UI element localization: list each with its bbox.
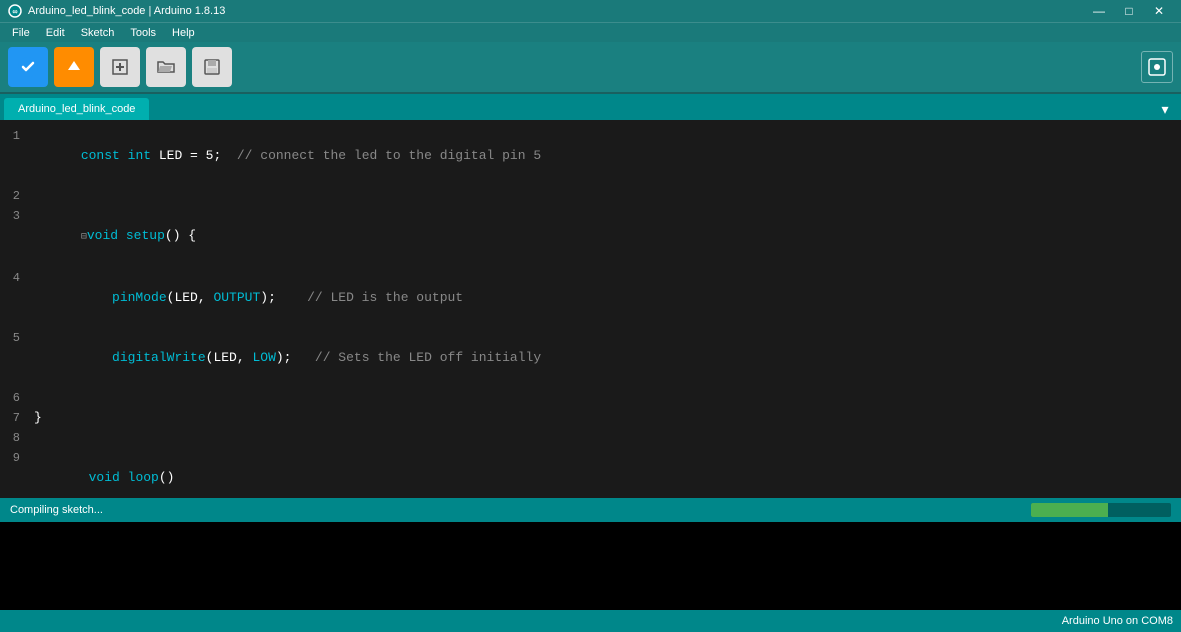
open-icon [156,58,176,76]
status-text: Compiling sketch... [10,504,103,516]
verify-icon [17,56,39,78]
new-icon [111,58,129,76]
title-bar: ∞ Arduino_led_blink_code | Arduino 1.8.1… [0,0,1181,22]
close-button[interactable]: ✕ [1145,3,1173,19]
progress-bar [1031,503,1171,517]
code-line-2: 2 [0,186,1181,206]
status-bar: Compiling sketch... [0,498,1181,522]
menu-bar: File Edit Sketch Tools Help [0,22,1181,42]
serial-icon [1147,57,1167,77]
menu-file[interactable]: File [4,25,38,41]
upload-button[interactable] [54,47,94,87]
code-line-3: 3 ⊟void setup() { [0,206,1181,268]
serial-monitor-button[interactable] [1141,51,1173,83]
minimize-button[interactable]: — [1085,3,1113,19]
arduino-icon: ∞ [8,4,22,18]
code-line-8: 8 [0,428,1181,448]
title-text: Arduino_led_blink_code | Arduino 1.8.13 [28,5,225,17]
console-area [0,522,1181,610]
tab-bar: Arduino_led_blink_code ▾ [0,94,1181,120]
svg-text:∞: ∞ [13,8,18,17]
menu-sketch[interactable]: Sketch [73,25,123,41]
editor-area[interactable]: 1 const int LED = 5; // connect the led … [0,120,1181,498]
title-bar-left: ∞ Arduino_led_blink_code | Arduino 1.8.1… [8,4,225,18]
verify-button[interactable] [8,47,48,87]
save-button[interactable] [192,47,232,87]
title-controls: — □ ✕ [1085,3,1173,19]
menu-edit[interactable]: Edit [38,25,73,41]
code-line-1: 1 const int LED = 5; // connect the led … [0,126,1181,186]
code-line-7: 7 } [0,408,1181,428]
active-tab[interactable]: Arduino_led_blink_code [4,98,149,120]
code-line-5: 5 digitalWrite(LED, LOW); // Sets the LE… [0,328,1181,388]
code-line-4: 4 pinMode(LED, OUTPUT); // LED is the ou… [0,268,1181,328]
open-button[interactable] [146,47,186,87]
new-button[interactable] [100,47,140,87]
menu-help[interactable]: Help [164,25,203,41]
bottom-bar: Arduino Uno on COM8 [0,610,1181,632]
toolbar [0,42,1181,94]
code-line-6: 6 [0,388,1181,408]
menu-tools[interactable]: Tools [122,25,164,41]
progress-bar-fill [1031,503,1108,517]
tab-dropdown-button[interactable]: ▾ [1153,98,1177,120]
code-line-9: 9 void loop() [0,448,1181,498]
upload-icon [63,56,85,78]
maximize-button[interactable]: □ [1115,3,1143,19]
save-icon [203,58,221,76]
board-info: Arduino Uno on COM8 [1062,615,1173,627]
